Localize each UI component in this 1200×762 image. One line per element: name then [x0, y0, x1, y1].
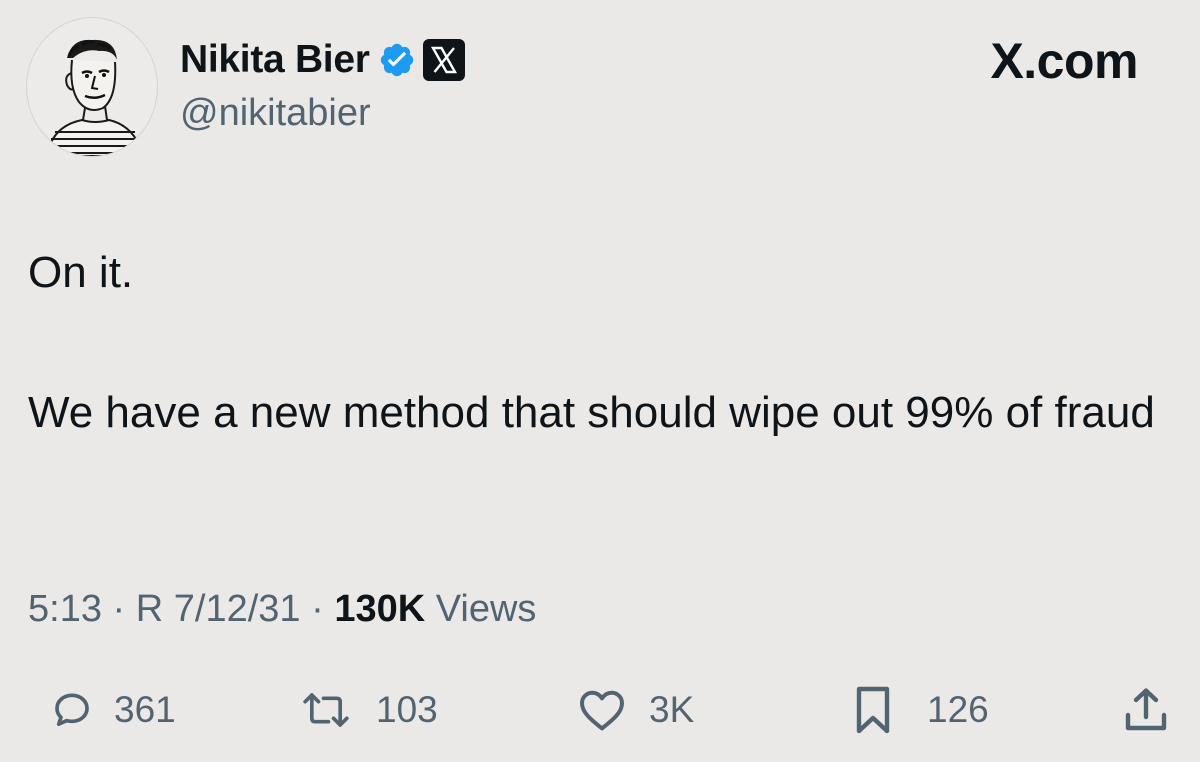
repost-count: 103 — [376, 689, 438, 730]
reply-icon — [55, 693, 89, 726]
tweet-text: On it. We have a new method that should … — [28, 238, 1168, 448]
reply-button[interactable]: 361 — [52, 680, 176, 740]
x-logo-icon[interactable] — [422, 38, 466, 82]
share-icon — [1125, 688, 1167, 731]
tweet-paragraph: On it. — [28, 248, 134, 297]
repost-icon — [303, 693, 349, 727]
verified-badge-icon — [378, 41, 416, 79]
bookmark-icon — [856, 686, 890, 734]
avatar-sketch-icon — [45, 39, 145, 156]
bookmark-button[interactable]: 126 — [853, 680, 989, 740]
tweet-time[interactable]: 5:13 — [28, 588, 102, 630]
repost-button[interactable]: 103 — [298, 680, 438, 740]
author-display-name[interactable]: Nikita Bier — [180, 38, 370, 82]
author-name-row: Nikita Bier — [180, 36, 466, 84]
views-label: Views — [435, 588, 537, 630]
avatar[interactable] — [26, 17, 158, 157]
tweet-paragraph: We have a new method that should wipe ou… — [28, 388, 1155, 437]
meta-separator: · — [311, 588, 324, 630]
meta-separator: · — [112, 588, 126, 630]
tweet-card: Nikita Bier @nikitabier X.com On it. We … — [0, 0, 1200, 762]
share-button[interactable] — [1124, 680, 1168, 740]
action-bar: 361 103 3K 126 — [0, 680, 1200, 740]
heart-icon — [580, 690, 624, 731]
views-count[interactable]: 130K — [334, 588, 425, 630]
reply-count: 361 — [114, 689, 176, 730]
like-button[interactable]: 3K — [577, 680, 694, 740]
tweet-date[interactable]: R 7/12/31 — [136, 588, 301, 630]
like-count: 3K — [649, 689, 695, 730]
author-handle[interactable]: @nikitabier — [180, 92, 371, 135]
brand-wordmark: X.com — [990, 33, 1138, 89]
bookmark-count: 126 — [927, 689, 989, 730]
tweet-meta: 5:13 · R 7/12/31 · 130K Views — [28, 588, 536, 631]
